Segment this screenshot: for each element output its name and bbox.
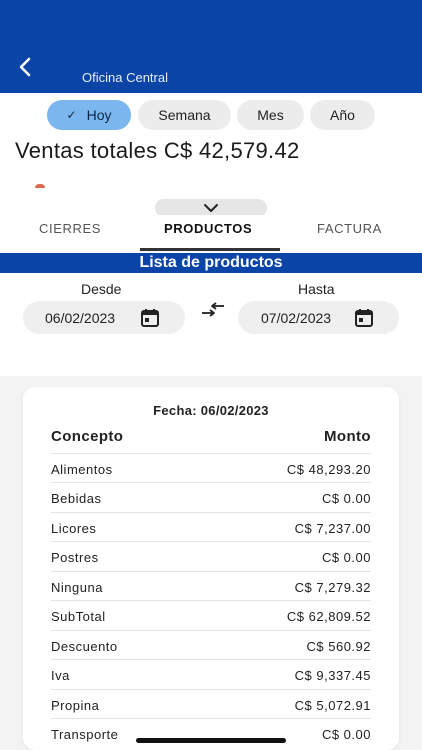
- chip-label: Año: [330, 107, 355, 123]
- to-date-value: 07/02/2023: [261, 310, 332, 326]
- row-concept: Ninguna: [51, 580, 103, 595]
- column-header-concept: Concepto: [51, 428, 124, 445]
- row-concept: Transporte: [51, 727, 119, 742]
- row-concept: Alimentos: [51, 462, 113, 477]
- swap-arrows-icon[interactable]: [200, 301, 226, 319]
- total-sales: Ventas totales C$ 42,579.42: [15, 138, 300, 163]
- row-amount: C$ 7,237.00: [294, 521, 371, 536]
- from-date-value: 06/02/2023: [45, 310, 116, 326]
- table-row: Propina C$ 5,072.91: [51, 689, 371, 719]
- table-row: Ninguna C$ 7,279.32: [51, 571, 371, 601]
- row-amount: C$ 48,293.20: [286, 462, 371, 477]
- chart-peek-marker: [35, 184, 45, 188]
- home-indicator[interactable]: [136, 738, 286, 743]
- tab-indicator: [140, 248, 280, 251]
- row-amount: C$ 9,337.45: [294, 668, 371, 683]
- from-date-field[interactable]: 06/02/2023: [23, 301, 185, 334]
- chip-ano[interactable]: Año: [310, 100, 375, 130]
- chip-hoy[interactable]: ✓ Hoy: [47, 100, 131, 130]
- report-card: Fecha: 06/02/2023 Concepto Monto Aliment…: [23, 387, 399, 750]
- table-row: Licores C$ 7,237.00: [51, 512, 371, 542]
- table-row: Postres C$ 0.00: [51, 541, 371, 571]
- row-concept: Descuento: [51, 639, 118, 654]
- app-bar: Oficina Central: [0, 0, 422, 93]
- calendar-icon: [141, 309, 159, 327]
- row-concept: SubTotal: [51, 609, 106, 624]
- tab-cierres[interactable]: CIERRES: [39, 221, 101, 236]
- chip-mes[interactable]: Mes: [237, 100, 304, 130]
- to-date-field[interactable]: 07/02/2023: [238, 301, 399, 334]
- chip-label: Mes: [257, 107, 284, 123]
- table-row: Bebidas C$ 0.00: [51, 482, 371, 512]
- tab-factura[interactable]: FACTURA: [317, 221, 382, 236]
- back-button[interactable]: [14, 55, 38, 79]
- check-icon: ✓: [66, 108, 77, 122]
- table-row: Alimentos C$ 48,293.20: [51, 453, 371, 483]
- row-amount: C$ 62,809.52: [286, 609, 371, 624]
- table-row: Iva C$ 9,337.45: [51, 659, 371, 689]
- row-amount: C$ 5,072.91: [294, 698, 371, 713]
- row-amount: C$ 560.92: [306, 639, 371, 654]
- period-filter: ✓ Hoy Semana Mes Año: [0, 100, 422, 130]
- column-header-amount: Monto: [324, 428, 371, 445]
- row-concept: Iva: [51, 668, 70, 683]
- row-amount: C$ 0.00: [321, 491, 371, 506]
- row-amount: C$ 7,279.32: [294, 580, 371, 595]
- row-concept: Propina: [51, 698, 100, 713]
- row-concept: Bebidas: [51, 491, 102, 506]
- chip-label: Hoy: [86, 107, 112, 123]
- row-concept: Postres: [51, 550, 99, 565]
- calendar-icon: [355, 309, 373, 327]
- section-banner: Lista de productos: [0, 253, 422, 273]
- table-row: SubTotal C$ 62,809.52: [51, 600, 371, 630]
- tab-bar: CIERRES PRODUCTOS FACTURA: [0, 215, 422, 253]
- chip-semana[interactable]: Semana: [138, 100, 231, 130]
- table-row: Descuento C$ 560.92: [51, 630, 371, 660]
- chip-label: Semana: [158, 107, 211, 123]
- chevron-left-icon: [19, 57, 31, 77]
- table-row: Transporte C$ 0.00: [51, 718, 371, 748]
- chevron-down-icon: [204, 204, 218, 212]
- tab-productos[interactable]: PRODUCTOS: [164, 221, 252, 236]
- row-concept: Licores: [51, 521, 97, 536]
- row-amount: C$ 0.00: [321, 727, 371, 742]
- branch-title: Oficina Central: [82, 70, 168, 85]
- to-label: Hasta: [298, 281, 335, 297]
- report-date: Fecha: 06/02/2023: [153, 403, 269, 418]
- row-amount: C$ 0.00: [321, 550, 371, 565]
- from-label: Desde: [81, 281, 122, 297]
